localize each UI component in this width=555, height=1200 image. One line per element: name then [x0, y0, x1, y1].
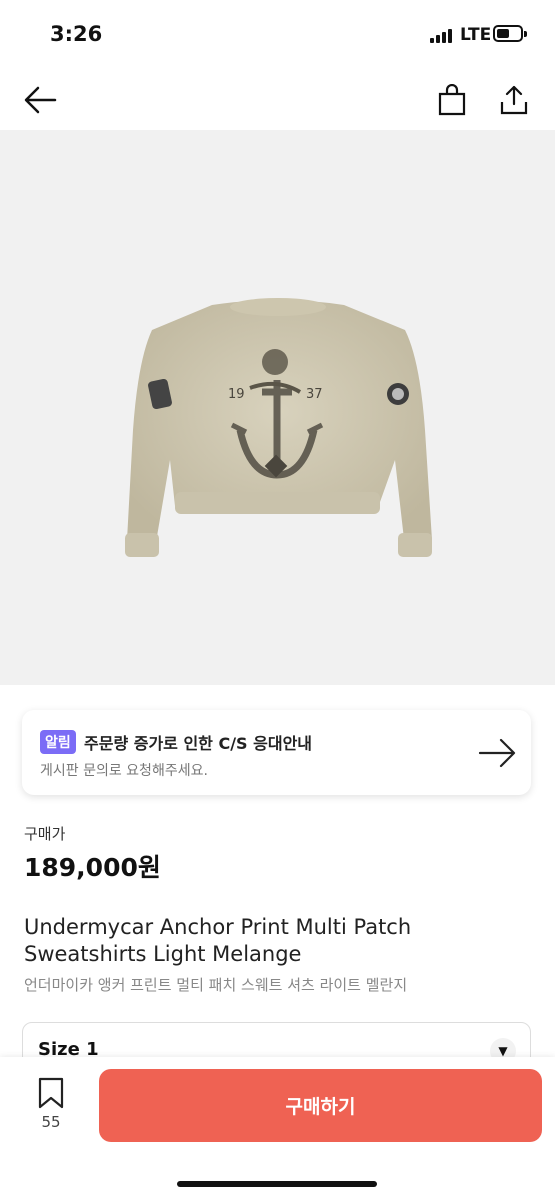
price-value: 189,000원	[24, 853, 161, 882]
home-indicator	[177, 1181, 377, 1187]
notice-badge: 알림	[40, 730, 76, 754]
signal-icon	[430, 29, 454, 43]
print-number-right: 37	[306, 387, 323, 402]
notice-title: 주문량 증가로 인한 C/S 응대안내	[84, 734, 313, 753]
print-number-left: 19	[228, 387, 245, 402]
product-image[interactable]: 19 37	[0, 130, 555, 685]
product-name: Undermycar Anchor Print Multi Patch Swea…	[24, 915, 412, 966]
product-name-korean: 언더마이카 앵커 프린트 멀티 패치 스웨트 셔츠 라이트 멜란지	[24, 976, 408, 994]
sweatshirt-illustration: 19 37	[125, 298, 432, 557]
notice-subtitle: 게시판 문의로 요청해주세요.	[40, 763, 208, 779]
shopping-bag-icon[interactable]	[432, 80, 472, 120]
nav-bar	[0, 70, 555, 130]
buy-button[interactable]: 구매하기	[99, 1069, 542, 1142]
status-time: 3:26	[50, 22, 103, 46]
bookmark-icon	[38, 1077, 64, 1109]
share-icon[interactable]	[494, 80, 534, 120]
bookmark-button[interactable]: 55	[26, 1077, 76, 1132]
battery-icon	[493, 25, 527, 42]
notice-card[interactable]: 알림 주문량 증가로 인한 C/S 응대안내 게시판 문의로 요청해주세요.	[22, 710, 531, 795]
price-label: 구매가	[24, 825, 66, 843]
bookmark-count: 55	[41, 1113, 61, 1131]
back-arrow-icon[interactable]	[20, 80, 60, 120]
arrow-right-icon[interactable]	[477, 735, 517, 771]
network-type: LTE	[460, 25, 492, 45]
status-bar: 3:26 LTE	[0, 0, 555, 70]
bottom-action-bar: 55 구매하기	[0, 1057, 555, 1200]
